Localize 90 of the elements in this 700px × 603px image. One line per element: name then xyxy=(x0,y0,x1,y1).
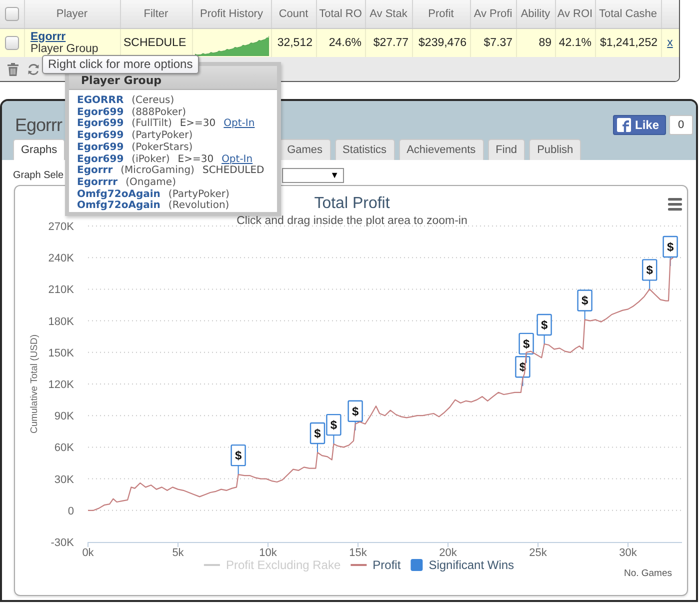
checkbox[interactable] xyxy=(4,36,19,50)
tooltip: Right click for more options xyxy=(42,55,199,74)
x-axis-label: 0k xyxy=(82,547,94,559)
column-header[interactable]: Player xyxy=(24,0,120,28)
x-axis-label: 15k xyxy=(349,547,367,559)
tab[interactable]: Achievements xyxy=(398,139,484,160)
y-axis-label: 180K xyxy=(48,316,74,328)
site-label: (PartyPoker) xyxy=(168,188,230,200)
y-axis-label: 120K xyxy=(48,379,74,391)
site-label: (MicroGaming) xyxy=(120,165,194,177)
like-button[interactable]: Like xyxy=(612,114,666,134)
site-label: (FullTilt) xyxy=(132,118,172,130)
annotation: $ xyxy=(540,318,548,332)
y-axis-label: 150K xyxy=(48,347,74,360)
legend-label[interactable]: Significant Wins xyxy=(428,558,514,572)
checkbox[interactable] xyxy=(4,6,19,21)
site-label: (PokerStars) xyxy=(132,142,193,154)
status-label: SCHEDULED xyxy=(202,165,264,177)
site-label: (Revolution) xyxy=(168,200,230,212)
tab[interactable]: Graphs xyxy=(13,139,66,160)
account-name-link[interactable]: Egor699 xyxy=(77,130,124,142)
column-header[interactable]: Filter xyxy=(120,0,192,28)
y-axis-label: 90K xyxy=(54,410,74,423)
annotation: $ xyxy=(581,294,588,308)
account-name-link[interactable]: Egor699 xyxy=(77,154,124,166)
refresh-icon[interactable] xyxy=(27,62,40,76)
y-axis-label: 240K xyxy=(48,252,74,265)
column-header[interactable]: Profit xyxy=(412,0,470,28)
opt-in-link[interactable]: Opt-In xyxy=(222,154,253,166)
column-header[interactable]: Total RO xyxy=(316,0,365,28)
requirement-label: E>=30 xyxy=(178,154,214,165)
account-name-link[interactable]: EGORRR xyxy=(77,95,124,107)
annotation: $ xyxy=(314,426,322,440)
opt-in-link[interactable]: Opt-In xyxy=(224,118,255,130)
site-label: (iPoker) xyxy=(132,154,170,165)
y-axis-title: Cumulative Total (USD) xyxy=(29,334,40,434)
tab[interactable]: Statistics xyxy=(334,139,395,160)
chart-title: Total Profit xyxy=(314,195,390,212)
site-label: (888Poker) xyxy=(132,106,186,118)
x-axis-title: No. Games xyxy=(624,568,672,579)
y-axis-label: 0 xyxy=(68,505,74,518)
annotation: $ xyxy=(352,404,359,418)
y-axis-label: 30K xyxy=(54,474,74,486)
logo-icon xyxy=(616,118,631,132)
site-label: (Ongame) xyxy=(126,176,176,189)
player-title: Egorrr xyxy=(15,116,62,134)
account-name-link[interactable]: Egor699 xyxy=(77,142,124,154)
annotation: $ xyxy=(330,418,338,432)
column-header[interactable]: Profit History xyxy=(192,0,271,28)
chart-subtitle: Click and drag inside the plot area to zoom-in xyxy=(236,215,468,227)
like-count: 0 xyxy=(669,114,693,134)
column-header[interactable]: Ability xyxy=(516,0,555,28)
x-axis-label: 5k xyxy=(172,547,184,559)
account-name-link[interactable]: Egor699 xyxy=(77,118,124,130)
column-header[interactable]: Av Profi xyxy=(470,0,516,28)
site-label: (PartyPoker) xyxy=(132,130,193,142)
account-name-link[interactable]: Omfg72oAgain xyxy=(77,188,160,200)
requirement-label: E>=30 xyxy=(180,118,216,130)
account-name-link[interactable]: Omfg72oAgain xyxy=(77,200,160,212)
tab[interactable]: Games xyxy=(279,139,331,160)
player-link[interactable]: Egorrr xyxy=(30,30,66,42)
x-axis-label: 25k xyxy=(529,547,547,559)
column-header[interactable]: Av ROI xyxy=(555,0,595,28)
column-header[interactable]: Total Cashe xyxy=(595,0,661,28)
tab[interactable]: Publish xyxy=(529,139,582,160)
trash-icon[interactable] xyxy=(7,62,19,76)
account-name-link[interactable]: Egorrrr xyxy=(77,176,118,189)
tab[interactable]: Find xyxy=(488,139,526,160)
y-axis-label: 60K xyxy=(54,442,74,454)
column-header[interactable]: Av Stak xyxy=(365,0,412,28)
account-name-link[interactable]: Egor699 xyxy=(77,106,124,118)
annotation: $ xyxy=(646,263,654,278)
remove-link[interactable]: x xyxy=(667,36,673,49)
legend-label[interactable]: Profit xyxy=(372,558,401,572)
y-axis-label: -30K xyxy=(50,537,74,549)
y-axis-label: 210K xyxy=(48,284,74,296)
annotation: $ xyxy=(234,448,242,463)
annotation: $ xyxy=(666,240,674,254)
account-name-link[interactable]: Egorrr xyxy=(77,165,113,177)
x-axis-label: 20k xyxy=(439,547,457,559)
player-group-label: Player Group xyxy=(30,42,98,54)
menu-icon[interactable] xyxy=(668,198,682,211)
x-axis-label: 10k xyxy=(259,547,277,559)
column-header[interactable]: Count xyxy=(271,0,316,28)
graph-select-label: Graph Sele xyxy=(13,169,64,183)
y-axis-label: 270K xyxy=(48,221,74,233)
x-axis-label: 30k xyxy=(619,547,637,559)
site-label: (Cereus) xyxy=(132,95,174,107)
graph-select-field[interactable]: ▼ xyxy=(282,168,344,183)
annotation: $ xyxy=(522,336,530,351)
